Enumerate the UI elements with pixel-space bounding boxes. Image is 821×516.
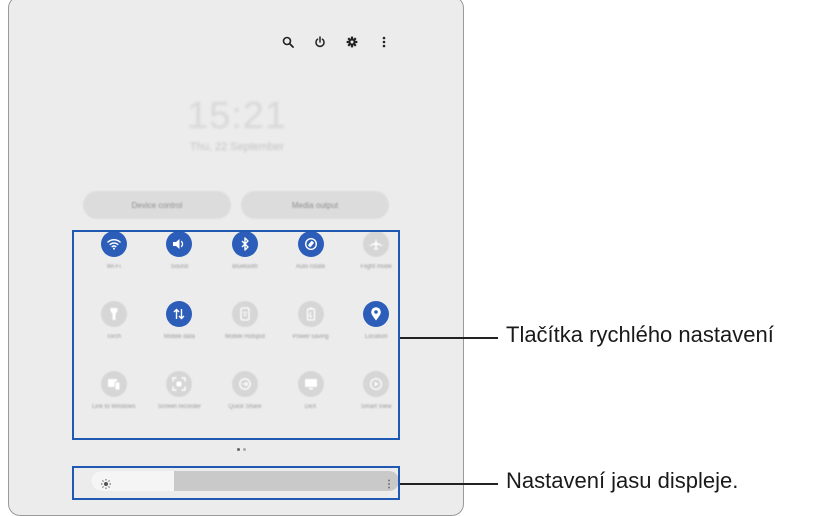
date: Thu, 22 September <box>189 141 285 153</box>
quick-settings-leader-line <box>400 337 498 339</box>
top-toolbar <box>279 33 393 51</box>
device-control-button[interactable]: Device control <box>83 191 231 219</box>
power-icon[interactable] <box>311 33 329 51</box>
brightness-callout: Nastavení jasu displeje. <box>506 468 739 493</box>
quick-settings-highlight <box>72 230 400 440</box>
media-output-button[interactable]: Media output <box>241 191 389 219</box>
clock: 15:21 <box>186 95 288 137</box>
more-vertical-icon[interactable] <box>375 33 393 51</box>
search-icon[interactable] <box>279 33 297 51</box>
quick-settings-callout: Tlačítka rychlého nastavení <box>506 322 774 347</box>
brightness-leader-line <box>400 483 498 485</box>
gear-icon[interactable] <box>343 33 361 51</box>
brightness-highlight <box>72 466 400 500</box>
page-dot-active <box>237 448 240 451</box>
page-dot <box>243 448 246 451</box>
page-indicator <box>237 448 246 451</box>
